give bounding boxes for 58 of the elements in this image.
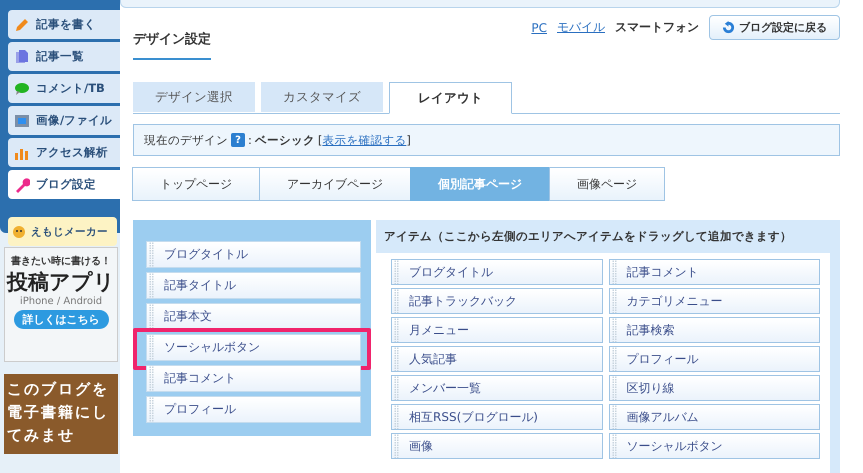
item[interactable]: メンバー一覧 <box>391 375 602 401</box>
sidebar-item[interactable]: 記事を書く <box>8 10 120 39</box>
item[interactable]: 記事検索 <box>608 317 820 343</box>
item[interactable]: カテゴリメニュー <box>608 288 820 314</box>
return-arrow-icon <box>722 21 735 34</box>
sidebar-item[interactable]: アクセス解析 <box>8 138 120 167</box>
help-icon[interactable]: ? <box>231 133 245 147</box>
item[interactable]: 記事トラックバック <box>391 288 602 314</box>
tab[interactable]: レイアウト <box>389 82 512 114</box>
device-link[interactable]: モバイル <box>557 19 605 36</box>
image-icon <box>14 112 30 128</box>
tab[interactable]: デザイン選択 <box>133 82 255 112</box>
current-device-label[interactable]: スマートフォン <box>615 19 699 36</box>
ebook-banner[interactable]: このブログを電子書籍にしてみませ <box>4 374 118 454</box>
item[interactable]: ソーシャルボタン <box>608 433 820 459</box>
layout-item[interactable]: プロフィール <box>146 396 361 423</box>
item[interactable]: 画像アルバム <box>608 404 820 430</box>
banner-title: 投稿アプリ <box>7 269 115 296</box>
sun-face-icon <box>12 224 28 240</box>
back-button[interactable]: ブログ設定に戻る <box>709 15 840 40</box>
view-link[interactable]: 表示を確認する <box>322 132 406 148</box>
item[interactable]: ブログタイトル <box>391 259 602 285</box>
page-title: デザイン設定 <box>133 30 211 60</box>
separator: : <box>248 133 252 147</box>
document-icon <box>14 48 30 64</box>
sidebar-item[interactable]: ブログ設定 <box>8 170 120 199</box>
layout-item[interactable]: 記事コメント <box>146 365 361 392</box>
item[interactable]: プロフィール <box>608 346 820 372</box>
page-tab[interactable]: 画像ページ <box>549 167 665 201</box>
item[interactable]: 月メニュー <box>391 317 602 343</box>
current-design-label: 現在のデザイン <box>144 132 228 148</box>
sidebar-item[interactable]: 記事一覧 <box>8 42 120 71</box>
speech-bubble-icon <box>14 80 30 96</box>
item[interactable]: 画像 <box>391 433 602 459</box>
layout-item[interactable]: 記事本文 <box>146 303 361 330</box>
device-link[interactable]: PC <box>531 20 547 34</box>
banner-platforms: iPhone / Android <box>20 296 102 307</box>
item[interactable]: 記事コメント <box>608 259 820 285</box>
wrench-icon <box>14 176 30 192</box>
page-tab[interactable]: トップページ <box>132 167 260 201</box>
item[interactable]: 相互RSS(ブログロール) <box>391 404 602 430</box>
sidebar-item[interactable]: コメント/TB <box>8 74 120 103</box>
layout-item[interactable]: 記事タイトル <box>146 272 361 299</box>
page-tab[interactable]: アーカイブページ <box>259 167 411 201</box>
bracket: [ <box>318 133 322 147</box>
sidebar-item[interactable]: 画像/ファイル <box>8 106 120 135</box>
design-name: ベーシック <box>254 132 315 148</box>
emoji-maker-button[interactable]: えもじメーカー <box>8 217 117 246</box>
layout-item[interactable]: ソーシャルボタン <box>146 334 361 361</box>
item-panel-title: アイテム（ここから左側のエリアへアイテムをドラッグして追加できます） <box>383 228 793 245</box>
layout-item[interactable]: ブログタイトル <box>146 241 361 268</box>
banner-tagline: 書きたい時に書ける！ <box>11 254 111 268</box>
bracket: ] <box>406 133 411 147</box>
item[interactable]: 区切り線 <box>608 375 820 401</box>
tab[interactable]: カスタマイズ <box>261 82 383 112</box>
app-banner[interactable]: 書きたい時に書ける！ 投稿アプリ iPhone / Android 詳しくはこちら <box>4 247 118 362</box>
pencil-icon <box>14 16 30 32</box>
item[interactable]: 人気記事 <box>391 346 602 372</box>
